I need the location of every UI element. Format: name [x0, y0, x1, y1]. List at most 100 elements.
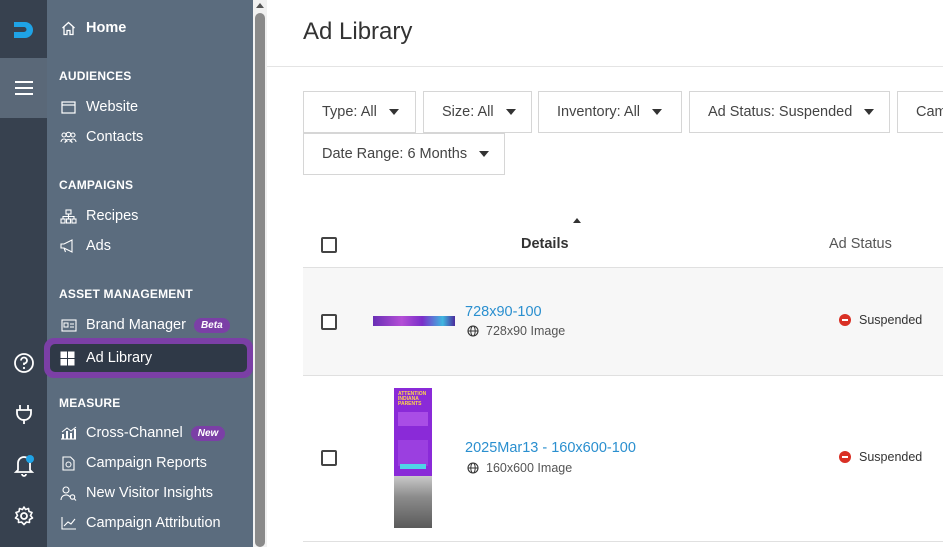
home-icon: [60, 20, 77, 37]
org-chart-icon: [60, 208, 77, 225]
sidebar-scrollbar[interactable]: [253, 0, 267, 547]
thumbnail-cta: [400, 464, 426, 469]
bar-chart-icon: [60, 425, 77, 442]
caret-down-icon: [505, 109, 516, 115]
table-row: 728x90-100 728x90 Image Suspended: [303, 268, 943, 376]
sort-ascending-icon[interactable]: [573, 218, 581, 223]
grid-icon: [60, 350, 77, 367]
icon-rail: [0, 0, 47, 547]
trend-chart-icon: [60, 515, 77, 532]
ad-thumbnail-skyscraper[interactable]: ATTENTION INDIANA PARENTS: [394, 388, 432, 528]
sidebar-item-campaign-attribution[interactable]: Campaign Attribution: [47, 508, 253, 538]
sidebar-item-website[interactable]: Website: [47, 92, 253, 122]
bell-icon: [13, 455, 34, 477]
filter-ad-status-dropdown[interactable]: Ad Status: Suspended: [689, 91, 890, 133]
settings-button[interactable]: [0, 501, 47, 531]
gear-icon: [14, 506, 33, 526]
ad-size-label: 160x600 Image: [467, 461, 572, 475]
filter-label: Cam: [916, 104, 943, 120]
scroll-thumb[interactable]: [255, 13, 265, 547]
sidebar: Home AUDIENCES Website Contacts CAMPAIGN…: [44, 0, 253, 547]
new-badge: New: [190, 425, 226, 441]
caret-down-icon: [479, 151, 490, 157]
scroll-up-arrow-icon[interactable]: [256, 3, 264, 8]
brand-logo[interactable]: [0, 0, 47, 58]
row-checkbox[interactable]: [321, 450, 337, 466]
help-icon: [13, 353, 34, 373]
table-header: Details Ad Status: [303, 218, 943, 268]
sidebar-item-label: Brand Manager: [86, 317, 186, 333]
row-checkbox[interactable]: [321, 314, 337, 330]
sidebar-item-recipes[interactable]: Recipes: [47, 201, 253, 231]
filter-label: Date Range: 6 Months: [322, 146, 468, 162]
megaphone-icon: [60, 238, 77, 255]
user-search-icon: [60, 485, 77, 502]
sidebar-item-label: Home: [86, 20, 127, 36]
sidebar-item-campaign-reports[interactable]: Campaign Reports: [47, 448, 253, 478]
section-measure: MEASURE: [59, 396, 121, 410]
sidebar-item-home[interactable]: Home: [47, 13, 253, 43]
filter-label: Size: All: [442, 104, 494, 120]
sidebar-item-label: New Visitor Insights: [86, 485, 214, 501]
main-content: Ad Library Type: All Size: All Inventory…: [267, 0, 943, 547]
beta-badge: Beta: [193, 317, 230, 333]
sidebar-item-new-visitor-insights[interactable]: New Visitor Insights: [47, 478, 253, 508]
column-header-details[interactable]: Details: [521, 236, 569, 252]
sidebar-item-label: Website: [86, 99, 139, 115]
select-all-checkbox[interactable]: [321, 237, 337, 253]
caret-down-icon: [864, 109, 875, 115]
sidebar-item-contacts[interactable]: Contacts: [47, 122, 253, 152]
sidebar-item-label: Ads: [86, 238, 111, 254]
table-row: ATTENTION INDIANA PARENTS 2025Mar13 - 16…: [303, 376, 943, 542]
ad-name-link[interactable]: 728x90-100: [465, 304, 542, 320]
sidebar-item-ads[interactable]: Ads: [47, 231, 253, 261]
integrations-button[interactable]: [0, 399, 47, 429]
thumbnail-graphic: [398, 440, 428, 466]
column-header-ad-status[interactable]: Ad Status: [829, 236, 892, 252]
section-audiences: AUDIENCES: [59, 69, 132, 83]
sidebar-item-label: Contacts: [86, 129, 144, 145]
browser-window-icon: [60, 99, 77, 116]
sidebar-item-cross-channel[interactable]: Cross-Channel New: [47, 418, 253, 448]
filter-label: Ad Status: Suspended: [708, 104, 853, 120]
filter-size-dropdown[interactable]: Size: All: [423, 91, 532, 133]
page-title: Ad Library: [303, 18, 413, 45]
thumbnail-headline: ATTENTION INDIANA PARENTS: [398, 391, 427, 407]
sidebar-item-ad-library[interactable]: Ad Library: [44, 338, 253, 378]
notifications-button[interactable]: [0, 450, 47, 480]
sidebar-item-label: Ad Library: [86, 350, 153, 366]
thumbnail-graphic: [398, 412, 428, 426]
filter-date-range-dropdown[interactable]: Date Range: 6 Months: [303, 133, 505, 175]
thumbnail-photo: [394, 476, 432, 528]
app-root: Home AUDIENCES Website Contacts CAMPAIGN…: [0, 0, 943, 547]
report-document-icon: [60, 455, 77, 472]
section-asset-management: ASSET MANAGEMENT: [59, 287, 193, 301]
caret-down-icon: [388, 109, 399, 115]
hamburger-menu-button[interactable]: [0, 58, 47, 118]
divider: [267, 66, 943, 67]
plug-icon: [15, 405, 32, 424]
filter-campaign-dropdown[interactable]: Cam: [897, 91, 943, 133]
filter-label: Type: All: [322, 104, 377, 120]
globe-icon: [467, 462, 479, 474]
filter-inventory-dropdown[interactable]: Inventory: All: [538, 91, 682, 133]
ad-thumbnail-leaderboard[interactable]: [373, 316, 455, 326]
status-badge: Suspended: [839, 313, 922, 327]
ad-size-label: 728x90 Image: [467, 324, 565, 338]
status-badge: Suspended: [839, 450, 922, 464]
people-icon: [60, 129, 77, 146]
ad-name-link[interactable]: 2025Mar13 - 160x600-100: [465, 440, 636, 456]
hamburger-icon: [14, 81, 33, 95]
id-card-icon: [60, 317, 77, 334]
sidebar-item-label: Cross-Channel: [86, 425, 183, 441]
sidebar-item-label: Campaign Attribution: [86, 515, 221, 531]
globe-icon: [467, 325, 479, 337]
suspended-status-icon: [839, 314, 851, 326]
section-campaigns: CAMPAIGNS: [59, 178, 134, 192]
suspended-status-icon: [839, 451, 851, 463]
sidebar-item-brand-manager[interactable]: Brand Manager Beta: [47, 310, 253, 340]
filter-type-dropdown[interactable]: Type: All: [303, 91, 416, 133]
sidebar-item-label: Recipes: [86, 208, 139, 224]
caret-down-icon: [652, 109, 663, 115]
help-button[interactable]: [0, 348, 47, 378]
